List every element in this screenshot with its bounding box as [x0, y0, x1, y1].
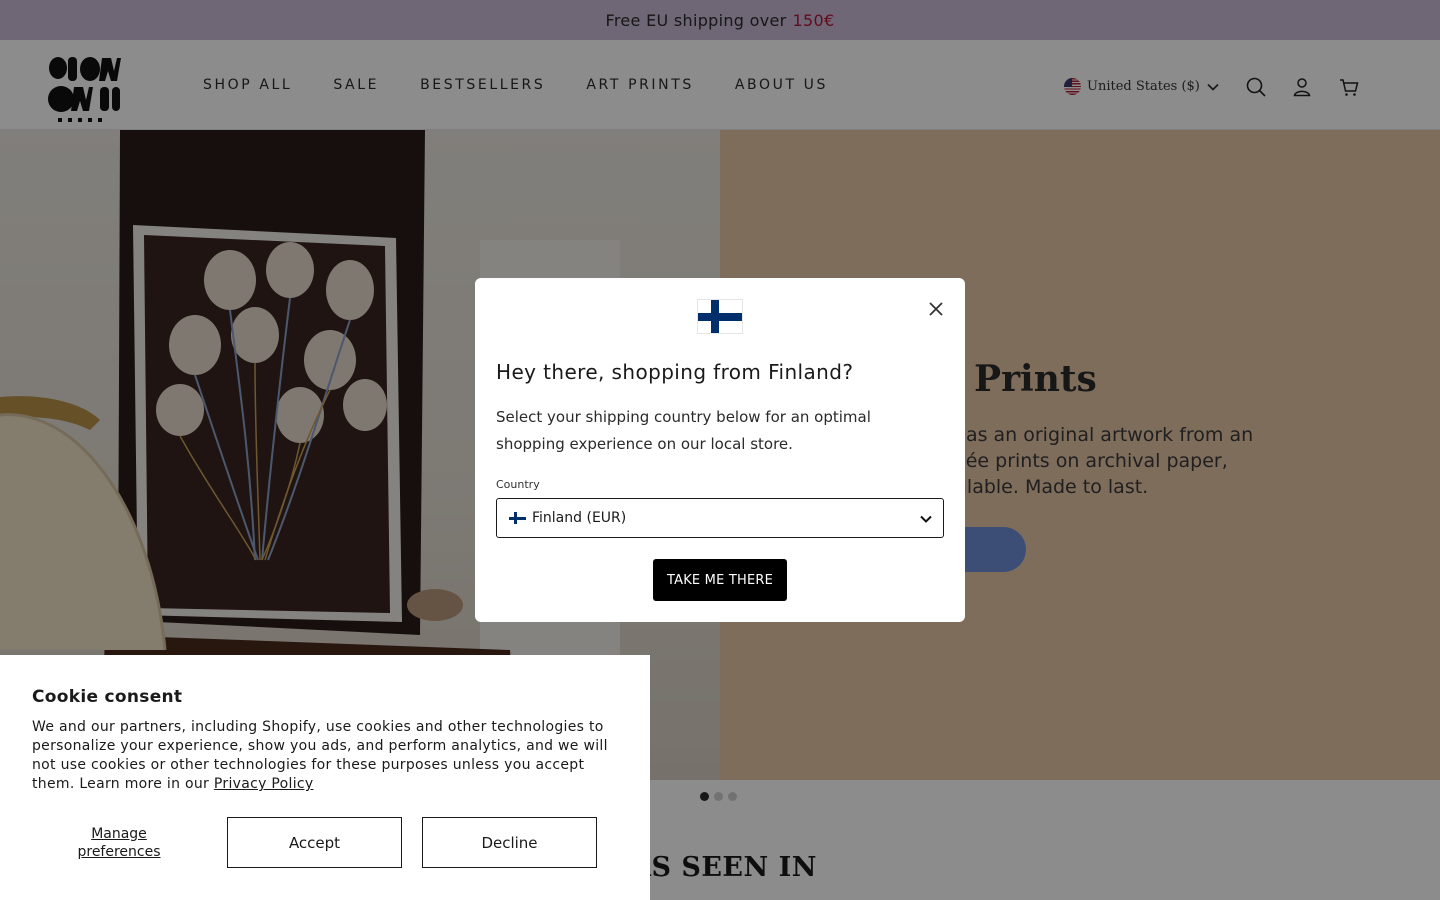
privacy-policy-link[interactable]: Privacy Policy: [214, 776, 314, 792]
decline-button[interactable]: Decline: [422, 817, 597, 868]
modal-title: Hey there, shopping from Finland?: [496, 360, 854, 384]
finland-flag-small-icon: [509, 512, 526, 524]
country-select-value: Finland (EUR): [532, 510, 627, 526]
cookie-body: We and our partners, including Shopify, …: [32, 719, 608, 792]
take-me-there-button[interactable]: TAKE ME THERE: [653, 559, 787, 601]
cookie-banner: Cookie consent We and our partners, incl…: [0, 655, 650, 900]
cookie-title: Cookie consent: [32, 687, 183, 707]
country-field-label: Country: [496, 478, 540, 491]
country-modal: Hey there, shopping from Finland? Select…: [475, 278, 965, 622]
close-icon[interactable]: [925, 298, 947, 320]
accept-button[interactable]: Accept: [227, 817, 402, 868]
cookie-text: We and our partners, including Shopify, …: [32, 718, 617, 794]
chevron-down-icon: [920, 515, 932, 523]
country-select[interactable]: Finland (EUR): [496, 498, 944, 538]
modal-description: Select your shipping country below for a…: [496, 408, 871, 453]
manage-preferences-link[interactable]: Manage preferences: [60, 825, 178, 861]
finland-flag-icon: [697, 299, 743, 334]
